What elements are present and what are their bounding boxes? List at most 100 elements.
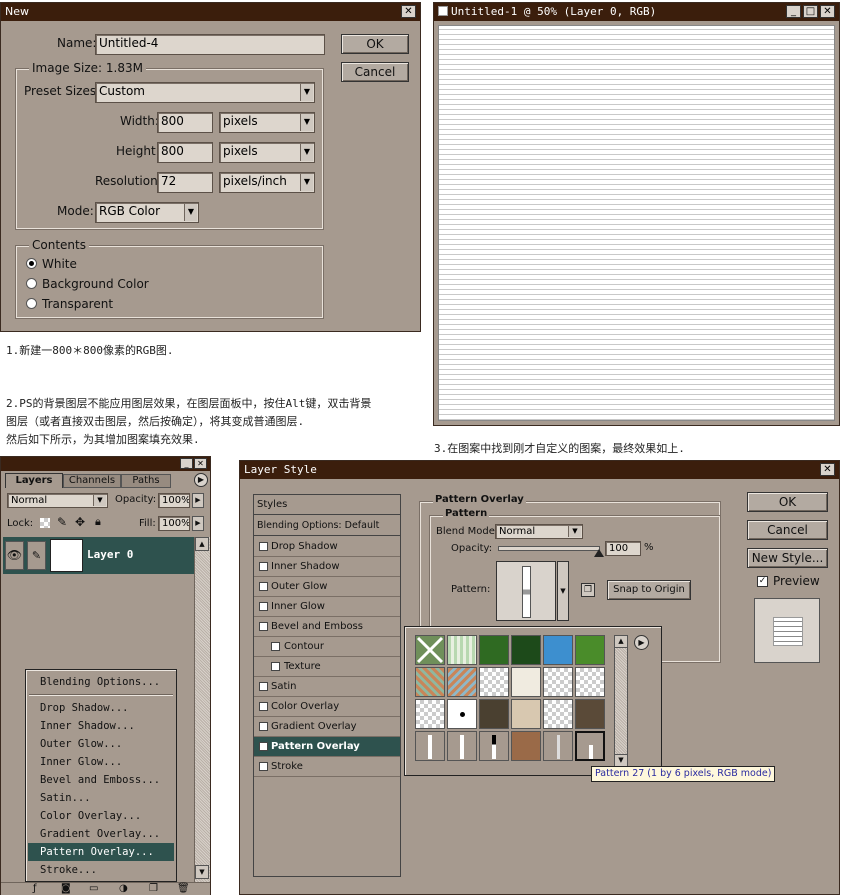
preset-select[interactable]: Custom ▼ [95, 82, 315, 103]
style-checkbox[interactable]: ✓ [259, 742, 268, 751]
style-checkbox[interactable] [259, 562, 268, 571]
tab-paths[interactable]: Paths [121, 474, 171, 488]
style-item-texture[interactable]: Texture [254, 657, 400, 677]
layers-panel-topbar[interactable] [1, 457, 210, 471]
lock-transparency-icon[interactable] [40, 518, 50, 528]
style-item-outer-glow[interactable]: Outer Glow [254, 577, 400, 597]
pattern-swatch[interactable] [575, 635, 605, 665]
width-input[interactable]: 800 [157, 112, 213, 133]
menu-stroke[interactable]: Stroke... [28, 861, 174, 879]
name-input[interactable]: Untitled-4 [95, 34, 325, 55]
opacity-input[interactable]: 100 [605, 541, 641, 556]
radio-background-color[interactable] [26, 278, 37, 289]
blending-options-default[interactable]: Blending Options: Default [254, 516, 400, 536]
opacity-slider-track[interactable] [498, 546, 600, 551]
radio-transparent[interactable] [26, 298, 37, 309]
new-dialog-titlebar[interactable]: New [1, 3, 420, 21]
close-icon[interactable]: ✕ [401, 5, 416, 18]
pattern-swatch[interactable] [543, 635, 573, 665]
document-canvas[interactable] [438, 25, 835, 421]
scroll-up-icon[interactable]: ▲ [195, 537, 209, 551]
style-checkbox[interactable] [259, 682, 268, 691]
new-preset-icon[interactable]: ❐ [581, 583, 595, 597]
pattern-swatch[interactable] [447, 699, 477, 729]
maximize-icon[interactable]: □ [803, 5, 818, 18]
mode-select[interactable]: RGB Color ▼ [95, 202, 199, 223]
panel-menu-icon[interactable]: ▶ [194, 473, 208, 487]
layer-opacity-input[interactable]: 100% [158, 493, 190, 508]
layer-style-icon[interactable]: ƒ [33, 883, 37, 894]
style-checkbox[interactable] [259, 602, 268, 611]
opacity-arrow-icon[interactable]: ▶ [192, 493, 204, 508]
pattern-picker-scrollbar[interactable] [614, 635, 628, 767]
height-input[interactable]: 800 [157, 142, 213, 163]
picker-menu-icon[interactable]: ▶ [634, 635, 649, 650]
resolution-unit-select[interactable]: pixels/inch ▼ [219, 172, 315, 193]
close-icon[interactable]: ✕ [194, 458, 207, 469]
close-icon[interactable]: ✕ [820, 463, 835, 476]
style-checkbox[interactable] [271, 662, 280, 671]
pattern-swatch[interactable] [479, 699, 509, 729]
pattern-swatch[interactable] [543, 731, 573, 761]
style-item-stroke[interactable]: Stroke [254, 757, 400, 777]
pattern-swatch[interactable] [511, 699, 541, 729]
width-unit-select[interactable]: pixels ▼ [219, 112, 315, 133]
style-checkbox[interactable] [259, 622, 268, 631]
menu-color-overlay[interactable]: Color Overlay... [28, 807, 174, 825]
style-item-bevel-and-emboss[interactable]: Bevel and Emboss [254, 617, 400, 637]
minimize-icon[interactable]: _ [180, 458, 193, 469]
menu-inner-glow[interactable]: Inner Glow... [28, 753, 174, 771]
pattern-swatch[interactable] [447, 635, 477, 665]
style-checkbox[interactable] [259, 702, 268, 711]
eye-icon[interactable]: 👁︎ [5, 541, 24, 570]
pattern-swatch[interactable] [511, 635, 541, 665]
menu-satin[interactable]: Satin... [28, 789, 174, 807]
style-item-satin[interactable]: Satin [254, 677, 400, 697]
menu-drop-shadow[interactable]: Drop Shadow... [28, 699, 174, 717]
ok-button[interactable]: OK [341, 34, 409, 54]
pattern-swatch[interactable] [543, 667, 573, 697]
pattern-swatch[interactable] [479, 731, 509, 761]
pattern-swatch[interactable] [447, 731, 477, 761]
pattern-swatch[interactable] [543, 699, 573, 729]
lock-all-icon[interactable]: 🔒︎ [95, 515, 101, 529]
menu-outer-glow[interactable]: Outer Glow... [28, 735, 174, 753]
cancel-button[interactable]: Cancel [747, 520, 828, 540]
menu-pattern-overlay[interactable]: Pattern Overlay... [28, 843, 174, 861]
style-item-contour[interactable]: Contour [254, 637, 400, 657]
height-unit-select[interactable]: pixels ▼ [219, 142, 315, 163]
layers-scrollbar[interactable] [194, 537, 210, 882]
styles-header[interactable]: Styles [254, 495, 400, 515]
ok-button[interactable]: OK [747, 492, 828, 512]
menu-bevel-emboss[interactable]: Bevel and Emboss... [28, 771, 174, 789]
new-layer-icon[interactable]: ❐ [149, 883, 158, 894]
scroll-up-icon[interactable]: ▲ [614, 635, 628, 648]
mask-icon[interactable]: ◙ [61, 883, 71, 894]
menu-gradient-overlay[interactable]: Gradient Overlay... [28, 825, 174, 843]
fill-input[interactable]: 100% [158, 516, 190, 531]
pattern-dropdown-icon[interactable]: ▼ [557, 561, 569, 621]
menu-blending-options[interactable]: Blending Options... [28, 673, 174, 691]
lock-paint-icon[interactable]: ✎ [57, 515, 67, 529]
preview-checkbox[interactable]: ✓ [757, 576, 768, 587]
blend-mode-select[interactable]: Normal ▼ [495, 524, 583, 539]
pattern-swatch-selected[interactable] [575, 731, 605, 761]
style-checkbox[interactable] [259, 762, 268, 771]
layer-style-titlebar[interactable]: Layer Style [240, 461, 839, 479]
fill-arrow-icon[interactable]: ▶ [192, 516, 204, 531]
layer-row[interactable]: 👁︎ ✎ Layer 0 [3, 537, 194, 574]
style-checkbox[interactable] [259, 582, 268, 591]
pattern-swatch[interactable] [511, 667, 541, 697]
style-item-color-overlay[interactable]: Color Overlay [254, 697, 400, 717]
lock-move-icon[interactable]: ✥ [75, 515, 85, 529]
opacity-slider-thumb[interactable] [594, 549, 604, 557]
style-checkbox[interactable] [259, 722, 268, 731]
trash-icon[interactable]: 🗑︎ [177, 883, 190, 894]
new-style-button[interactable]: New Style... [747, 548, 828, 568]
tab-layers[interactable]: Layers [5, 473, 63, 488]
pattern-swatch[interactable] [479, 635, 509, 665]
pattern-swatch[interactable] [415, 731, 445, 761]
pattern-swatch[interactable] [415, 667, 445, 697]
pattern-preview[interactable] [496, 561, 556, 621]
cancel-button[interactable]: Cancel [341, 62, 409, 82]
